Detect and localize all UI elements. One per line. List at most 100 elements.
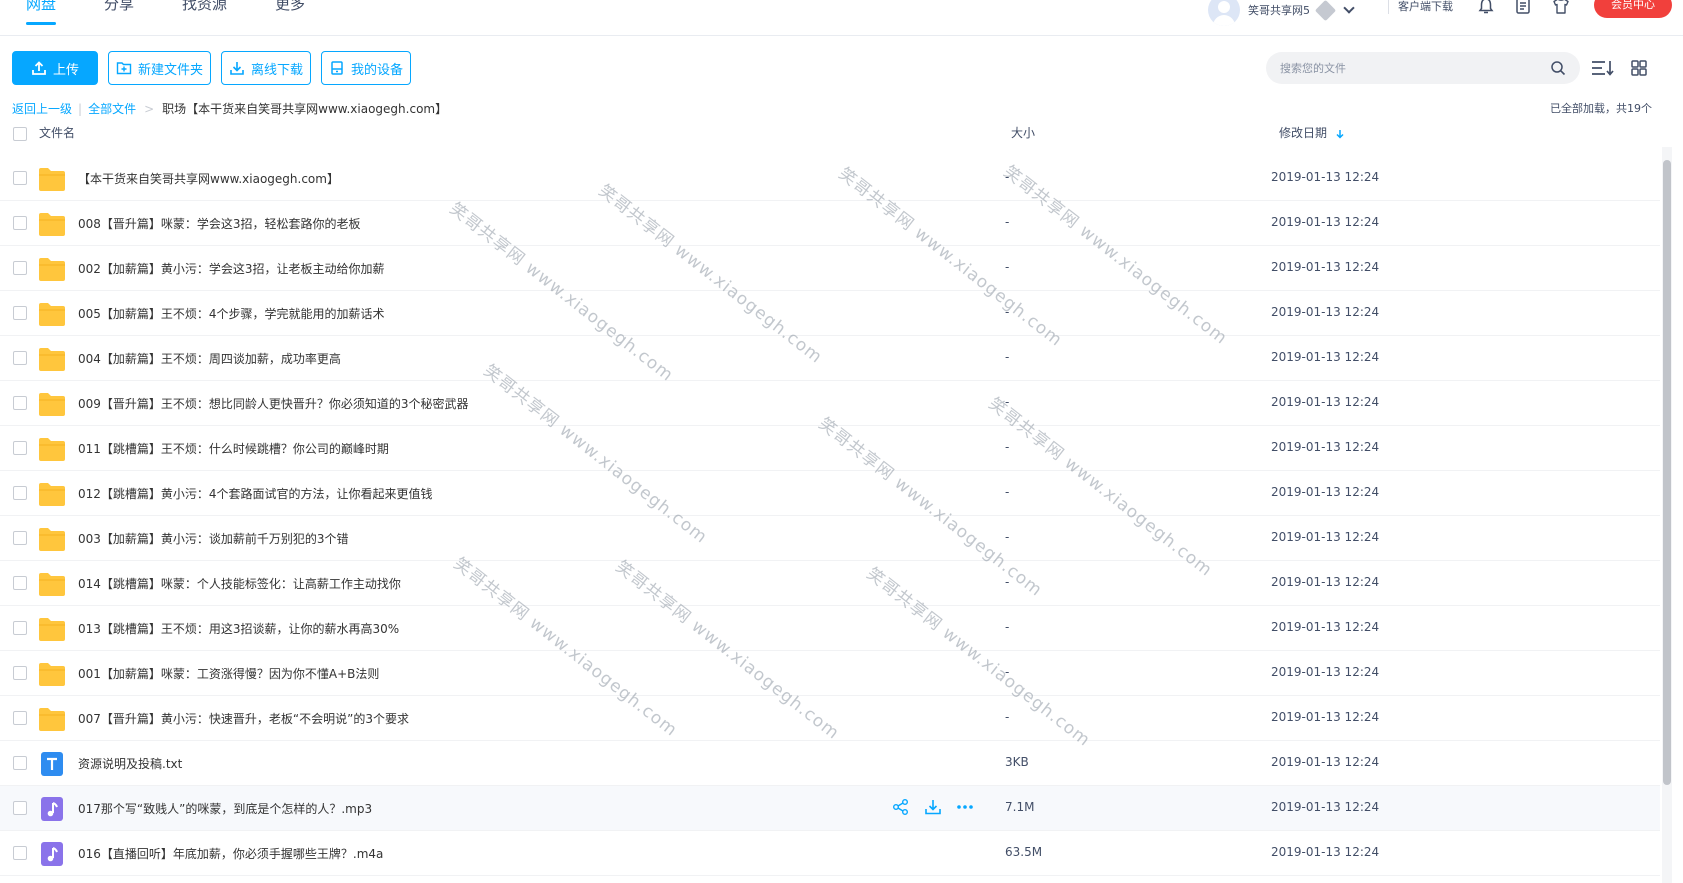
more-options-icon[interactable]: [956, 798, 974, 816]
file-name[interactable]: 001【加薪篇】咪蒙：工资涨得慢？因为你不懂A+B法则: [78, 665, 379, 682]
row-checkbox[interactable]: [13, 531, 27, 545]
row-checkbox[interactable]: [13, 486, 27, 500]
row-checkbox[interactable]: [13, 756, 27, 770]
file-name[interactable]: 003【加薪篇】黄小污：谈加薪前千万别犯的3个错: [78, 530, 349, 547]
file-name[interactable]: 016【直播回听】年底加薪，你必须手握哪些王牌？.m4a: [78, 845, 383, 862]
file-name[interactable]: 009【晋升篇】王不烦：想比同龄人更快晋升？你必须知道的3个秘密武器: [78, 395, 469, 412]
vip-center-button[interactable]: 会员中心: [1594, 0, 1672, 18]
upload-button[interactable]: 上传: [12, 51, 98, 85]
file-name[interactable]: 007【晋升篇】黄小污：快速晋升，老板“不会明说”的3个要求: [78, 710, 409, 727]
file-row[interactable]: 009【晋升篇】王不烦：想比同龄人更快晋升？你必须知道的3个秘密武器 - 2019-…: [0, 381, 1660, 426]
row-checkbox[interactable]: [13, 441, 27, 455]
file-size: -: [1005, 350, 1010, 364]
file-row[interactable]: 014【跳槽篇】咪蒙：个人技能标签化：让高薪工作主动找你 - 2019-01-13 …: [0, 561, 1660, 606]
row-checkbox[interactable]: [13, 171, 27, 185]
file-name[interactable]: 【本干货来自笑哥共享网www.xiaogegh.com】: [78, 170, 339, 187]
file-row[interactable]: 011【跳槽篇】王不烦：什么时候跳槽？你公司的巅峰时期 - 2019-01-13 1…: [0, 426, 1660, 471]
file-date: 2019-01-13 12:24: [1271, 305, 1380, 319]
file-date: 2019-01-13 12:24: [1271, 170, 1380, 184]
file-row[interactable]: 002【加薪篇】黄小污：学会这3招，让老板主动给你加薪 - 2019-01-13 1…: [0, 246, 1660, 291]
file-date: 2019-01-13 12:24: [1271, 440, 1380, 454]
grid-view-icon[interactable]: [1630, 59, 1648, 77]
file-row[interactable]: 【本干货来自笑哥共享网www.xiaogegh.com】 - 2019-01-13 …: [0, 156, 1660, 201]
file-size: -: [1005, 665, 1010, 679]
back-link[interactable]: 返回上一级: [12, 100, 72, 117]
all-files-link[interactable]: 全部文件: [88, 100, 136, 117]
file-date: 2019-01-13 12:24: [1271, 620, 1380, 634]
file-name[interactable]: 017那个写“致贱人”的咪蒙，到底是个怎样的人？.mp3: [78, 800, 372, 817]
file-row[interactable]: 007【晋升篇】黄小污：快速晋升，老板“不会明说”的3个要求 - 2019-01-1…: [0, 696, 1660, 741]
tab-more[interactable]: 更多: [275, 0, 305, 14]
file-name[interactable]: 002【加薪篇】黄小污：学会这3招，让老板主动给你加薪: [78, 260, 385, 277]
scrollbar-thumb[interactable]: [1663, 160, 1671, 785]
file-row[interactable]: 001【加薪篇】咪蒙：工资涨得慢？因为你不懂A+B法则 - 2019-01-13 1…: [0, 651, 1660, 696]
share-icon[interactable]: [892, 798, 910, 816]
select-all-checkbox[interactable]: [13, 127, 27, 141]
file-size: -: [1005, 395, 1010, 409]
tab-find-resources[interactable]: 找资源: [182, 0, 227, 14]
file-name[interactable]: 014【跳槽篇】咪蒙：个人技能标签化：让高薪工作主动找你: [78, 575, 401, 592]
bell-icon[interactable]: [1477, 0, 1495, 15]
upload-icon: [32, 61, 46, 75]
file-row[interactable]: 008【晋升篇】咪蒙：学会这3招，轻松套路你的老板 - 2019-01-13 12:…: [0, 201, 1660, 246]
file-name[interactable]: 资源说明及投稿.txt: [78, 755, 182, 772]
row-checkbox[interactable]: [13, 711, 27, 725]
file-row[interactable]: 017那个写“致贱人”的咪蒙，到底是个怎样的人？.mp3 7.1M 2019-01-…: [0, 786, 1660, 831]
file-row[interactable]: 004【加薪篇】王不烦：周四谈加薪，成功率更高 - 2019-01-13 12:24: [0, 336, 1660, 381]
search-input[interactable]: [1266, 52, 1580, 84]
row-checkbox[interactable]: [13, 846, 27, 860]
file-size: -: [1005, 170, 1010, 184]
file-date: 2019-01-13 12:24: [1271, 260, 1380, 274]
row-checkbox[interactable]: [13, 216, 27, 230]
file-name[interactable]: 005【加薪篇】王不烦：4个步骤，学完就能用的加薪话术: [78, 305, 385, 322]
avatar[interactable]: [1208, 0, 1240, 26]
audio-file-icon: [41, 842, 63, 866]
row-checkbox[interactable]: [13, 666, 27, 680]
row-checkbox[interactable]: [13, 306, 27, 320]
row-checkbox[interactable]: [13, 621, 27, 635]
column-date[interactable]: 修改日期: [1279, 124, 1345, 141]
folder-icon: [39, 528, 65, 551]
my-devices-button[interactable]: 我的设备: [321, 51, 411, 85]
file-name[interactable]: 011【跳槽篇】王不烦：什么时候跳槽？你公司的巅峰时期: [78, 440, 389, 457]
folder-icon: [39, 438, 65, 461]
client-download-link[interactable]: 客户端下载: [1398, 0, 1453, 14]
file-row[interactable]: 资源说明及投稿.txt 3KB 2019-01-13 12:24: [0, 741, 1660, 786]
row-checkbox[interactable]: [13, 261, 27, 275]
new-folder-button[interactable]: 新建文件夹: [108, 51, 211, 85]
file-name[interactable]: 008【晋升篇】咪蒙：学会这3招，轻松套路你的老板: [78, 215, 361, 232]
download-icon[interactable]: [924, 798, 942, 816]
offline-download-button[interactable]: 离线下载: [221, 51, 311, 85]
file-row[interactable]: 013【跳槽篇】王不烦：用这3招谈薪，让你的薪水再高30% - 2019-01-13…: [0, 606, 1660, 651]
tshirt-icon[interactable]: [1552, 0, 1570, 15]
row-checkbox[interactable]: [13, 351, 27, 365]
sort-down-arrow-icon: [1336, 129, 1344, 139]
file-name[interactable]: 013【跳槽篇】王不烦：用这3招谈薪，让你的薪水再高30%: [78, 620, 399, 637]
row-checkbox[interactable]: [13, 396, 27, 410]
file-size: -: [1005, 440, 1010, 454]
tab-share[interactable]: 分享: [104, 0, 134, 14]
file-name[interactable]: 004【加薪篇】王不烦：周四谈加薪，成功率更高: [78, 350, 341, 367]
row-checkbox[interactable]: [13, 801, 27, 815]
folder-icon: [39, 708, 65, 731]
row-checkbox[interactable]: [13, 576, 27, 590]
file-size: 7.1M: [1005, 800, 1035, 814]
username[interactable]: 笑哥共享网5: [1248, 2, 1310, 18]
file-list-header: 文件名 大小 修改日期: [0, 119, 1660, 147]
user-menu[interactable]: 笑哥共享网5: [1208, 0, 1355, 26]
file-name[interactable]: 012【跳槽篇】黄小污：4个套路面试官的方法，让你看起来更值钱: [78, 485, 433, 502]
file-row[interactable]: 016【直播回听】年底加薪，你必须手握哪些王牌？.m4a 63.5M 2019-01…: [0, 831, 1660, 876]
file-row[interactable]: 005【加薪篇】王不烦：4个步骤，学完就能用的加薪话术 - 2019-01-13 1…: [0, 291, 1660, 336]
breadcrumb: 返回上一级 | 全部文件 > 职场【本干货来自笑哥共享网www.xiaogegh…: [12, 100, 447, 117]
file-row[interactable]: 003【加薪篇】黄小污：谈加薪前千万别犯的3个错 - 2019-01-13 12:2…: [0, 516, 1660, 561]
file-row[interactable]: 012【跳槽篇】黄小污：4个套路面试官的方法，让你看起来更值钱 - 2019-01-…: [0, 471, 1660, 516]
notes-icon[interactable]: [1514, 0, 1532, 15]
file-size: -: [1005, 530, 1010, 544]
column-name[interactable]: 文件名: [39, 124, 75, 141]
search-icon[interactable]: [1550, 60, 1566, 76]
sort-order-icon[interactable]: [1590, 58, 1616, 78]
column-size[interactable]: 大小: [1011, 124, 1035, 141]
file-date: 2019-01-13 12:24: [1271, 845, 1380, 859]
tab-netdisk[interactable]: 网盘: [26, 0, 57, 25]
chevron-down-icon[interactable]: [1343, 1, 1355, 14]
